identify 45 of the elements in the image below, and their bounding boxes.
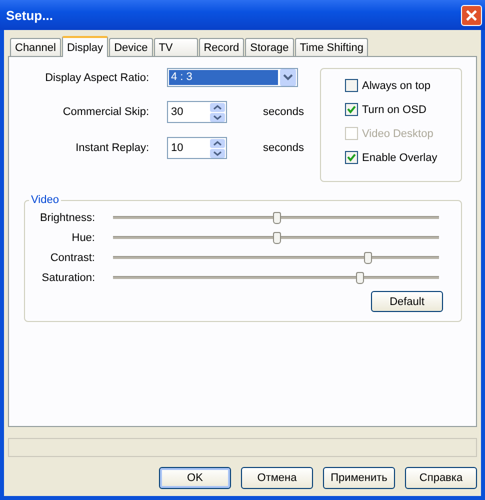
aspect-ratio-dropdown[interactable]: 4 : 3 [167,68,298,87]
tab[interactable]: Display [62,36,108,57]
checkbox-label: Video Desktop [362,128,434,140]
slider[interactable] [113,212,439,224]
dialog-button[interactable]: Отмена [241,467,313,489]
tab[interactable]: Channel [10,38,61,56]
field-label: Commercial Skip: [62,106,149,118]
spin-arrows-icon [210,138,225,158]
number-spinner[interactable]: 30 [167,101,227,123]
slider-thumb[interactable] [273,212,281,224]
slider-label: Saturation: [40,272,95,284]
close-button[interactable] [461,4,482,26]
unit-label: seconds [263,142,304,154]
checkbox-label: Turn on OSD [362,104,426,116]
slider-thumb[interactable] [356,272,364,284]
checkbox[interactable] [345,79,358,92]
tab[interactable]: Device [109,38,153,56]
slider-label: Brightness: [38,212,95,224]
number-spinner[interactable]: 10 [167,137,227,159]
slider-thumb[interactable] [364,252,372,264]
tab[interactable]: TV [154,38,198,56]
slider-label: Hue: [70,232,95,244]
checkbox-label: Enable Overlay [362,152,438,164]
field-label: Display Aspect Ratio: [44,72,149,84]
close-icon [465,8,478,22]
slider[interactable] [113,232,439,244]
checkbox[interactable] [345,151,358,164]
spin-arrows-icon [210,102,225,122]
window-title: Setup... [6,8,53,22]
slider[interactable] [113,252,439,264]
default-button[interactable]: Default [371,291,443,312]
field-label: Instant Replay: [74,142,149,154]
checkbox-label: Always on top [362,80,430,92]
tab[interactable]: Storage [245,38,294,56]
dialog-button[interactable]: Справка [405,467,477,489]
group-title: Video [30,194,60,206]
checkbox[interactable] [345,103,358,116]
tab[interactable]: Record [198,38,244,56]
slider-thumb[interactable] [273,232,281,244]
slider[interactable] [113,272,439,284]
dialog-button[interactable]: OK [159,467,231,489]
tab[interactable]: Time Shifting [294,38,368,56]
unit-label: seconds [263,106,304,118]
slider-label: Contrast: [49,252,95,264]
dialog-button[interactable]: Применить [323,467,395,489]
